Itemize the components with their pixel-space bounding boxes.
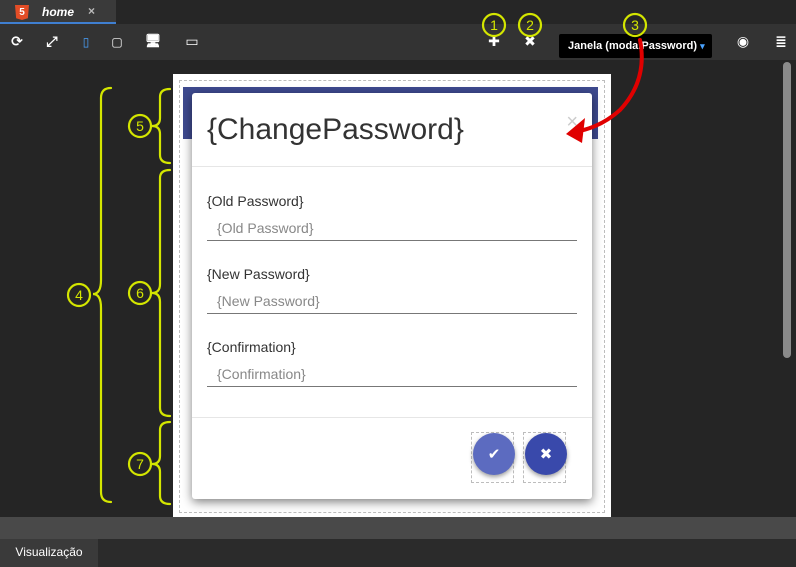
annotation-label-7: 7 xyxy=(136,456,144,472)
red-arrow xyxy=(572,38,644,134)
brace-4 xyxy=(92,86,113,504)
annotation-label-4: 4 xyxy=(75,287,83,303)
annotation-label-1: 1 xyxy=(490,17,498,33)
annotation-overlay: 1 2 3 4 5 6 7 xyxy=(66,12,648,506)
brace-7 xyxy=(151,420,172,506)
annotation-label-3: 3 xyxy=(631,17,639,33)
annotation-label-5: 5 xyxy=(136,118,144,134)
annotation-label-6: 6 xyxy=(136,285,144,301)
red-arrow-head xyxy=(566,118,585,143)
brace-6 xyxy=(151,168,172,418)
brace-5 xyxy=(151,87,172,165)
annotation-label-2: 2 xyxy=(526,17,534,33)
